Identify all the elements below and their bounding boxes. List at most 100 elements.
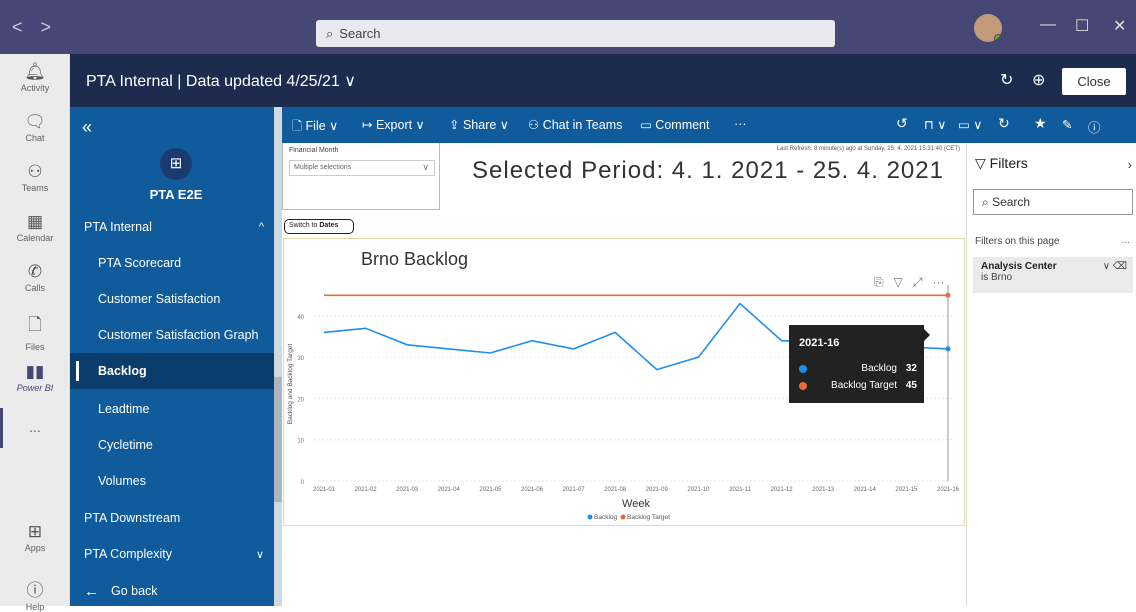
nav-section-pta-complexity[interactable]: PTA Complexity∨ — [70, 536, 282, 572]
y-tick-label: 0 — [301, 480, 305, 486]
teams-icon: ⚇ — [0, 162, 70, 182]
selected-period-title: Selected Period: 4. 1. 2021 - 25. 4. 202… — [472, 157, 944, 185]
more-options-button[interactable]: ··· — [734, 117, 747, 131]
nav-section-pta-internal[interactable]: PTA Internal^ — [70, 209, 282, 245]
x-tick-label: 2021-02 — [355, 487, 378, 493]
x-tick-label: 2021-07 — [563, 487, 586, 493]
refresh-icon[interactable]: ↻ — [998, 115, 1010, 132]
title-bar: < > ⌕ Search — ☐ ✕ — [0, 0, 1136, 54]
rail-item-calendar[interactable]: ▦Calendar — [0, 212, 70, 243]
comment-button[interactable]: ▭ Comment — [640, 117, 709, 132]
workspace-name: PTA E2E — [70, 187, 282, 202]
x-tick-label: 2021-04 — [438, 487, 461, 493]
nav-item-customer-satisfaction[interactable]: Customer Satisfaction — [70, 281, 282, 317]
rail-item-chat[interactable]: 🗨︎Chat — [0, 112, 70, 143]
info-icon[interactable]: ⓘ — [1088, 117, 1101, 136]
chart-tooltip: 2021-16 Backlog32 Backlog Target45 — [789, 325, 924, 403]
global-search-input[interactable]: ⌕ Search — [316, 20, 835, 47]
rail-item-files[interactable]: 🗋Files — [0, 312, 70, 352]
app-header: PTA Internal | Data updated 4/25/21 ∨ ↻ … — [70, 54, 1136, 107]
nav-scrollbar[interactable] — [274, 107, 282, 606]
chevron-down-icon: ∨ — [256, 548, 264, 561]
x-tick-label: 2021-09 — [646, 487, 669, 493]
refresh-icon[interactable]: ↻ — [1000, 70, 1013, 90]
legend-marker — [621, 515, 626, 520]
collapse-nav-icon[interactable]: « — [82, 117, 92, 138]
help-icon: ⓘ — [0, 576, 70, 601]
data-point — [946, 293, 951, 298]
financial-month-slicer: Financial Month Multiple selections∨ — [282, 143, 440, 210]
legend-marker — [588, 515, 593, 520]
export-icon: ↦ — [362, 118, 376, 132]
x-tick-label: 2021-11 — [729, 487, 751, 493]
app-rail: 🔔︎Activity 🗨︎Chat ⚇Teams ▦Calendar ✆Call… — [0, 54, 70, 606]
x-tick-label: 2021-06 — [521, 487, 544, 493]
chat-in-teams-button[interactable]: ⚇ Chat in Teams — [528, 117, 622, 132]
more-apps-icon[interactable]: ... — [0, 419, 70, 435]
data-point — [946, 346, 951, 351]
close-button[interactable]: Close — [1062, 68, 1126, 95]
reset-icon[interactable]: ↺ — [896, 115, 908, 132]
x-tick-label: 2021-14 — [854, 487, 877, 493]
rail-item-apps[interactable]: ⊞Apps — [0, 522, 70, 553]
comment-icon: ▭ — [640, 118, 655, 132]
bookmark-icon[interactable]: ⊓ ∨ — [924, 117, 946, 132]
legend-label: Backlog — [594, 514, 618, 521]
forward-arrow-icon[interactable]: > — [41, 17, 52, 38]
report-title[interactable]: PTA Internal | Data updated 4/25/21 ∨ — [86, 71, 356, 91]
rail-item-help[interactable]: ⓘHelp — [0, 576, 70, 612]
chat-icon: 🗨︎ — [0, 112, 70, 132]
export-menu-button[interactable]: ↦ Export ∨ — [362, 117, 425, 132]
nav-item-backlog[interactable]: Backlog — [70, 353, 282, 389]
minimize-icon[interactable]: — — [1040, 16, 1056, 34]
view-icon[interactable]: ▭ ∨ — [958, 117, 982, 132]
avatar[interactable] — [974, 14, 1002, 42]
file-menu-button[interactable]: 🗋 File ∨ — [292, 117, 338, 138]
go-back-link[interactable]: ←Go back — [70, 573, 282, 609]
rail-item-powerbi[interactable]: ▮▮Power BI — [0, 362, 70, 393]
x-tick-label: 2021-10 — [687, 487, 710, 493]
close-window-icon[interactable]: ✕ — [1113, 16, 1126, 36]
y-tick-label: 40 — [297, 315, 304, 321]
nav-section-pta-downstream[interactable]: PTA Downstream — [70, 500, 282, 536]
edit-pencil-icon[interactable]: ✎ — [1062, 117, 1072, 132]
nav-item-leadtime[interactable]: Leadtime — [70, 391, 282, 427]
switch-to-dates-button[interactable]: Switch to Dates — [284, 219, 354, 234]
rail-item-calls[interactable]: ✆Calls — [0, 262, 70, 293]
share-menu-button[interactable]: ⇪ Share ∨ — [449, 117, 509, 132]
backlog-color-dot — [799, 365, 807, 373]
slicer-title: Financial Month — [289, 147, 338, 154]
maximize-icon[interactable]: ☐ — [1075, 16, 1089, 36]
collapse-filters-icon[interactable]: › — [1128, 157, 1132, 172]
filter-card-analysis-center[interactable]: Analysis Center is Brno ∨ ⌫ — [973, 257, 1133, 293]
tooltip-pointer — [924, 329, 930, 341]
x-tick-label: 2021-12 — [771, 487, 794, 493]
nav-item-cycletime[interactable]: Cycletime — [70, 427, 282, 463]
history-nav: < > — [12, 17, 72, 38]
filters-search-input[interactable]: ⌕ Search — [973, 189, 1133, 215]
calendar-icon: ▦ — [0, 212, 70, 232]
nav-item-volumes[interactable]: Volumes — [70, 463, 282, 499]
x-tick-label: 2021-05 — [479, 487, 502, 493]
x-tick-label: 2021-01 — [313, 487, 336, 493]
report-canvas: Financial Month Multiple selections∨ Sel… — [282, 143, 966, 606]
globe-icon[interactable]: ⊕ — [1032, 70, 1045, 90]
financial-month-dropdown[interactable]: Multiple selections∨ — [289, 160, 435, 176]
filter-card-controls[interactable]: ∨ ⌫ — [1103, 261, 1127, 272]
share-icon: ⇪ — [449, 118, 463, 132]
y-tick-label: 10 — [297, 439, 304, 445]
favorite-star-icon[interactable]: ★ — [1034, 115, 1047, 132]
bell-icon: 🔔︎ — [0, 62, 70, 82]
rail-item-teams[interactable]: ⚇Teams — [0, 162, 70, 193]
filters-more-icon[interactable]: ... — [1122, 235, 1130, 246]
chevron-up-icon: ^ — [259, 221, 264, 233]
y-tick-label: 30 — [297, 356, 304, 362]
backlog-line-chart[interactable]: Brno Backlog ⎘ ▽ ⤢ ··· 010203040Backlog … — [283, 238, 965, 526]
x-tick-label: 2021-15 — [895, 487, 918, 493]
nav-item-customer-satisfaction-graph[interactable]: Customer Satisfaction Graph — [70, 317, 282, 353]
nav-item-pta-scorecard[interactable]: PTA Scorecard — [70, 245, 282, 281]
nav-scrollbar-thumb[interactable] — [274, 377, 282, 502]
back-arrow-icon[interactable]: < — [12, 17, 23, 38]
rail-item-activity[interactable]: 🔔︎Activity — [0, 62, 70, 93]
filters-section-title: Filters on this page — [975, 236, 1060, 247]
